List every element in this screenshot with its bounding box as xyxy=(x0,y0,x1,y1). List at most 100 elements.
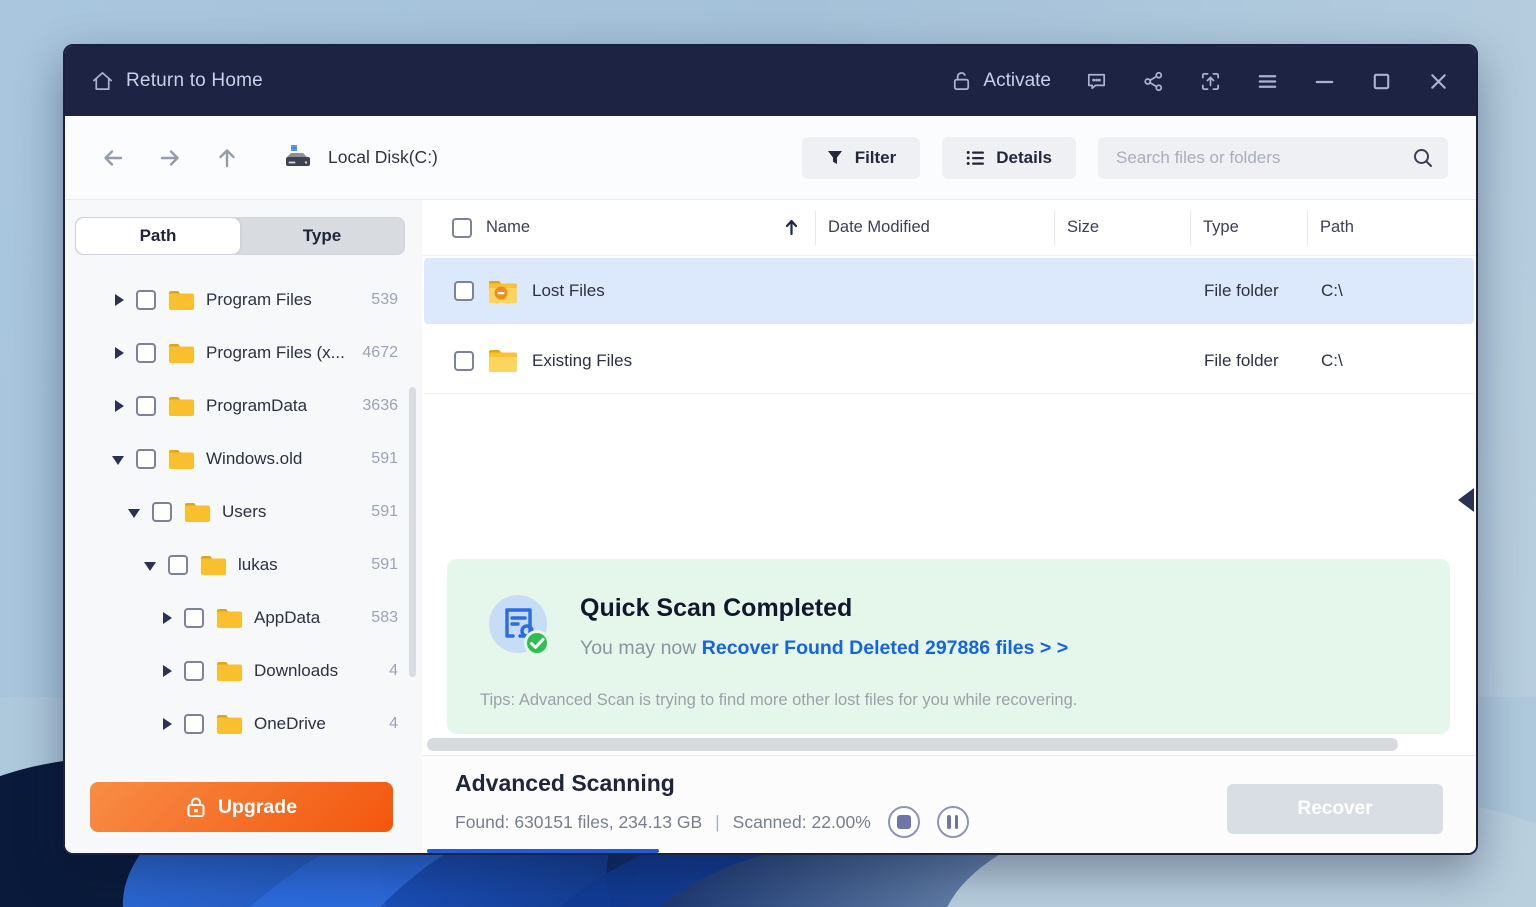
folder-icon xyxy=(185,502,210,522)
nav-arrows xyxy=(101,146,239,170)
file-path: C:\ xyxy=(1321,350,1343,370)
folder-icon xyxy=(169,343,194,363)
banner-subtitle-prefix: You may now xyxy=(580,637,702,659)
caret-icon[interactable] xyxy=(112,346,126,360)
row-checkbox[interactable] xyxy=(454,281,474,301)
empty-space xyxy=(422,394,1476,559)
horizontal-scrollbar[interactable] xyxy=(427,738,1398,751)
column-path[interactable]: Path xyxy=(1307,210,1476,245)
tree-checkbox[interactable] xyxy=(152,501,172,522)
folder-icon xyxy=(217,608,242,628)
activate-button[interactable]: Activate xyxy=(950,70,1051,93)
scan-complete-banner: Quick Scan Completed You may now Recover… xyxy=(447,559,1450,734)
search-icon[interactable] xyxy=(1412,147,1434,169)
tree-item[interactable]: AppData 583 xyxy=(65,591,422,644)
tree-item[interactable]: Program Files 539 xyxy=(65,273,422,326)
caret-icon[interactable] xyxy=(128,505,142,519)
tree-item-count: 591 xyxy=(371,449,398,467)
tree-item-label: Downloads xyxy=(254,660,339,680)
recover-found-deleted-link[interactable]: Recover Found Deleted 297886 files > > xyxy=(702,637,1068,659)
table-header: Name Date Modified Size Type Path xyxy=(422,200,1476,256)
upgrade-button[interactable]: Upgrade xyxy=(90,782,393,832)
return-to-home-label: Return to Home xyxy=(126,70,263,91)
up-icon[interactable] xyxy=(215,146,239,170)
desktop: Return to Home Activate Local Disk(C:) F… xyxy=(0,0,1536,907)
sidebar-scrollbar[interactable] xyxy=(409,387,416,677)
search-input[interactable] xyxy=(1116,147,1412,168)
column-date-modified[interactable]: Date Modified xyxy=(815,210,1054,245)
details-label: Details xyxy=(996,147,1052,167)
filter-icon xyxy=(827,150,842,164)
forward-icon[interactable] xyxy=(158,146,182,170)
tree-checkbox[interactable] xyxy=(136,448,156,469)
tab-path[interactable]: Path xyxy=(76,218,240,254)
file-name: Lost Files xyxy=(532,281,605,300)
tree-checkbox[interactable] xyxy=(184,713,204,734)
column-name[interactable]: Name xyxy=(422,211,815,245)
close-icon[interactable] xyxy=(1427,70,1450,93)
minimize-icon[interactable] xyxy=(1313,70,1336,93)
feedback-icon[interactable] xyxy=(1085,70,1108,93)
tree-item[interactable]: Program Files (x... 4672 xyxy=(65,326,422,379)
caret-icon[interactable] xyxy=(112,452,126,466)
tree-item[interactable]: OneDrive 4 xyxy=(65,697,422,750)
file-path: C:\ xyxy=(1321,281,1343,300)
sidebar: Path Type Program Files 539 Program File… xyxy=(65,200,422,853)
column-size[interactable]: Size xyxy=(1054,210,1190,245)
stop-scan-button[interactable] xyxy=(887,806,920,838)
menu-icon[interactable] xyxy=(1256,70,1279,93)
maximize-icon[interactable] xyxy=(1370,70,1393,93)
row-checkbox[interactable] xyxy=(454,350,474,371)
main-area: Path Type Program Files 539 Program File… xyxy=(65,200,1476,853)
table-row[interactable]: Lost Files File folder C:\ xyxy=(424,258,1474,324)
search-box xyxy=(1098,136,1448,179)
pause-scan-button[interactable] xyxy=(936,806,969,838)
tree-checkbox[interactable] xyxy=(136,342,156,363)
tree-checkbox[interactable] xyxy=(136,289,156,310)
folder-icon xyxy=(489,280,517,303)
caret-icon[interactable] xyxy=(160,611,174,625)
column-type[interactable]: Type xyxy=(1190,210,1307,245)
caret-icon[interactable] xyxy=(112,293,126,307)
tree-item-label: Program Files xyxy=(206,289,312,309)
activate-label: Activate xyxy=(983,70,1051,91)
pause-icon xyxy=(947,815,959,829)
collapse-panel-icon[interactable] xyxy=(1458,488,1474,512)
table-row[interactable]: Existing Files File folder C:\ xyxy=(424,328,1474,394)
toolbar: Local Disk(C:) Filter Details xyxy=(65,116,1476,200)
current-location[interactable]: Local Disk(C:) xyxy=(283,144,438,171)
share-icon[interactable] xyxy=(1142,70,1165,93)
tree-item[interactable]: Downloads 4 xyxy=(65,644,422,697)
sort-ascending-icon xyxy=(785,219,798,236)
file-type: File folder xyxy=(1204,281,1279,300)
caret-icon[interactable] xyxy=(160,717,174,731)
recover-button[interactable]: Recover xyxy=(1227,784,1443,834)
select-all-checkbox[interactable] xyxy=(452,217,472,238)
scan-progress-bar xyxy=(427,849,659,853)
caret-icon[interactable] xyxy=(144,558,158,572)
tree-checkbox[interactable] xyxy=(184,660,204,681)
tree-item-label: OneDrive xyxy=(254,713,326,733)
file-type: File folder xyxy=(1204,350,1279,370)
tree-item[interactable]: Windows.old 591 xyxy=(65,432,422,485)
separator: | xyxy=(715,811,720,832)
tree-item[interactable]: ProgramData 3636 xyxy=(65,379,422,432)
details-icon xyxy=(966,150,985,165)
filter-button[interactable]: Filter xyxy=(801,136,921,179)
banner-subtitle: You may now Recover Found Deleted 297886… xyxy=(580,637,1068,660)
tree-checkbox[interactable] xyxy=(184,607,204,628)
export-icon[interactable] xyxy=(1199,70,1222,93)
details-button[interactable]: Details xyxy=(942,136,1076,179)
content: Name Date Modified Size Type Path Lost F… xyxy=(422,200,1476,853)
folder-icon xyxy=(489,350,517,372)
tree-item[interactable]: Users 591 xyxy=(65,485,422,538)
caret-icon[interactable] xyxy=(160,664,174,678)
tab-type[interactable]: Type xyxy=(240,218,404,254)
return-to-home-button[interactable]: Return to Home xyxy=(91,70,263,93)
tree-item[interactable]: lukas 591 xyxy=(65,538,422,591)
tree-checkbox[interactable] xyxy=(136,395,156,416)
caret-icon[interactable] xyxy=(112,399,126,413)
banner-tips: Tips: Advanced Scan is trying to find mo… xyxy=(480,691,1078,709)
tree-checkbox[interactable] xyxy=(168,554,188,575)
back-icon[interactable] xyxy=(101,146,125,170)
